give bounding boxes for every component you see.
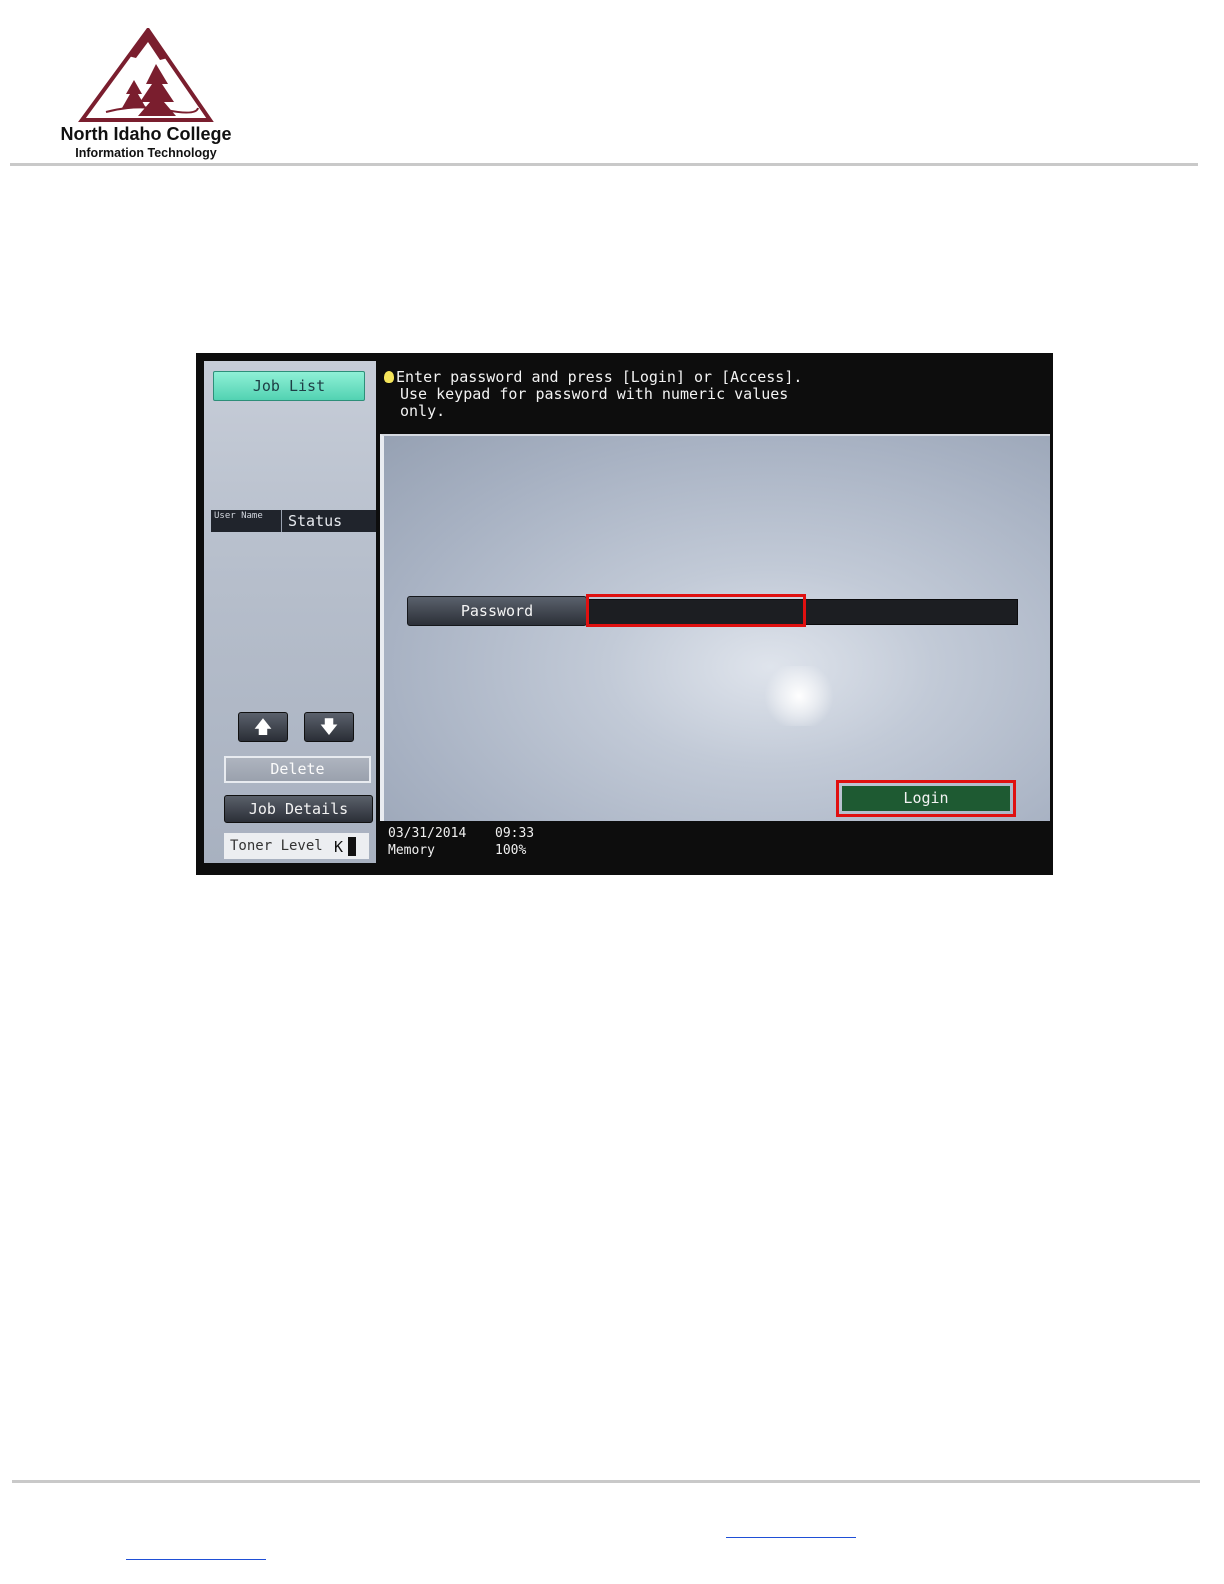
password-highlight-box (586, 594, 806, 627)
screen-glare (764, 666, 834, 726)
toner-color-label: K (334, 838, 344, 856)
message-line-1: Enter password and press [Login] or [Acc… (396, 368, 803, 386)
status-date: 03/31/2014 (388, 826, 467, 841)
college-name: North Idaho College (60, 124, 232, 144)
instruction-message: Enter password and press [Login] or [Acc… (384, 369, 1024, 420)
scroll-up-button[interactable]: 🡅 (238, 712, 288, 742)
footer-link[interactable] (726, 1521, 856, 1538)
message-line-3: only. (400, 402, 446, 420)
status-bar: 03/31/2014 09:33 Memory 100% (388, 825, 588, 859)
job-panel: Job List User Name Status 🡅 🡇 Delete Job… (204, 361, 376, 863)
arrow-down-icon: 🡇 (319, 717, 339, 737)
column-user-name: User Name (214, 511, 263, 521)
header-divider (10, 163, 1198, 166)
mountain-trees-icon (78, 28, 214, 122)
toner-level-indicator: Toner Level K (224, 833, 369, 859)
column-status: Status (281, 510, 342, 532)
message-line-2: Use keypad for password with numeric val… (400, 385, 789, 403)
job-list-header: User Name Status (211, 510, 376, 532)
footer-divider (12, 1480, 1200, 1483)
status-time: 09:33 (495, 826, 535, 841)
scroll-down-button[interactable]: 🡇 (304, 712, 354, 742)
memory-value: 100% (495, 843, 527, 858)
lightbulb-icon (384, 371, 394, 383)
department-name: Information Technology (75, 146, 217, 160)
password-button[interactable]: Password (407, 596, 587, 626)
job-list-button[interactable]: Job List (213, 371, 365, 401)
footer-link[interactable] (126, 1543, 266, 1560)
memory-label: Memory (388, 843, 435, 858)
copier-screen-photo: Job List User Name Status 🡅 🡇 Delete Job… (196, 353, 1053, 875)
delete-button[interactable]: Delete (224, 756, 371, 783)
login-button[interactable]: Login (842, 786, 1010, 811)
login-highlight-box: Login (836, 780, 1016, 817)
toner-level-label: Toner Level (230, 838, 323, 854)
college-logo: North Idaho College Information Technolo… (48, 28, 244, 166)
login-area: Password Login (380, 434, 1050, 821)
toner-bar (348, 837, 356, 856)
arrow-up-icon: 🡅 (253, 717, 273, 737)
job-details-button[interactable]: Job Details (224, 795, 373, 823)
